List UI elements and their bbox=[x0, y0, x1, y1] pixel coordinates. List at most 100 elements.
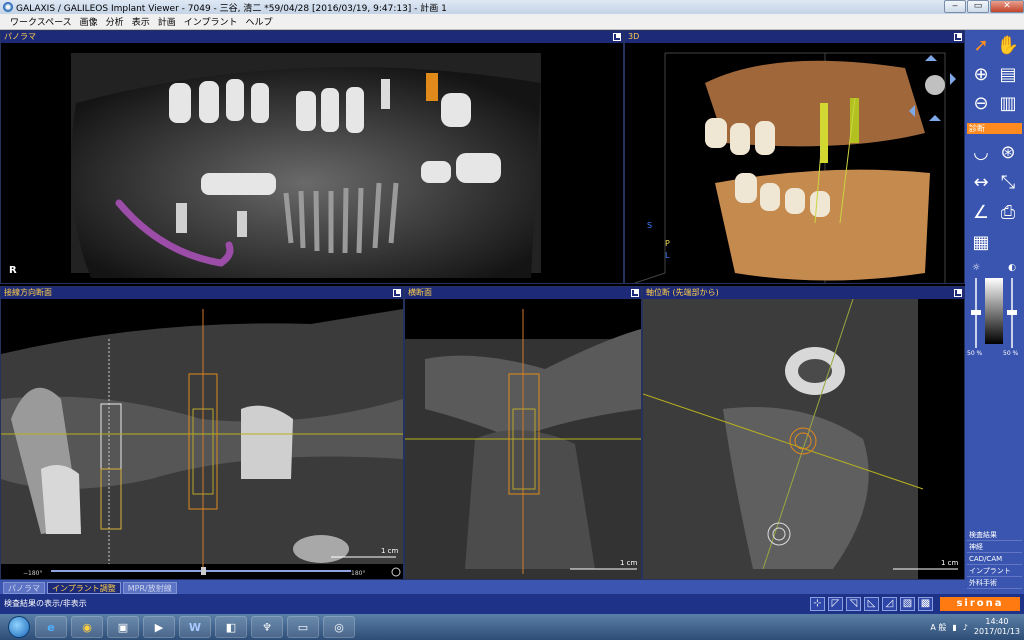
maximize-button[interactable]: ▭ bbox=[967, 0, 989, 13]
angle-right-label: 180° bbox=[351, 570, 365, 577]
panorama-image[interactable]: R bbox=[1, 43, 623, 283]
panel-header: 軸位断 (先端部から) bbox=[643, 287, 964, 299]
rotation-slider-thumb[interactable] bbox=[201, 567, 206, 575]
maximize-icon[interactable] bbox=[954, 289, 962, 297]
explorer-taskbar-button[interactable]: ▭ bbox=[287, 616, 319, 638]
sidebar-item-nerve[interactable]: 神経 bbox=[967, 542, 1022, 553]
powerpoint-taskbar-button[interactable]: ◧ bbox=[215, 616, 247, 638]
axis-l-label: L bbox=[665, 251, 670, 260]
angle-left-label: −180° bbox=[23, 570, 42, 577]
maximize-icon[interactable] bbox=[954, 33, 962, 41]
scale-label: 1 cm bbox=[381, 547, 399, 555]
tool-sidebar: ➚ ✋ ⊕ ▤ ⊖ ▥ 診断 ◡ ⊛ ↔ ⤡ ∠ ⎙ ▦ ☼ ◐ 50 % 50… bbox=[965, 30, 1024, 598]
workspace-tabs: パノラマ インプラント調整 MPR/放射線 bbox=[0, 580, 965, 594]
panorama-panel[interactable]: パノラマ R bbox=[0, 30, 624, 284]
diagnosis-section[interactable]: 診断 bbox=[967, 123, 1022, 134]
network-icon[interactable]: ▮ bbox=[952, 623, 956, 632]
chrome-taskbar-button[interactable]: ◉ bbox=[71, 616, 103, 638]
pointer-tool-icon[interactable]: ➚ bbox=[969, 33, 993, 57]
layout-3-icon[interactable]: ◹ bbox=[846, 597, 861, 611]
status-text: 検査結果の表示/非表示 bbox=[4, 599, 87, 608]
app-icon bbox=[3, 2, 13, 12]
view3d-title: 3D bbox=[628, 32, 640, 41]
window-titlebar: GALAXIS / GALILEOS Implant Viewer - 7049… bbox=[0, 0, 1024, 14]
tangential-image[interactable]: 1 cm −180° 180° bbox=[1, 299, 403, 579]
ime-indicator[interactable]: A 般 bbox=[930, 622, 946, 633]
app-taskbar-button[interactable]: ▣ bbox=[107, 616, 139, 638]
panoramic-curve-icon[interactable]: ◡ bbox=[969, 140, 993, 164]
view3d-image[interactable]: S P L bbox=[625, 43, 964, 283]
maximize-icon[interactable] bbox=[393, 289, 401, 297]
sequence-icon[interactable]: ⊛ bbox=[996, 140, 1020, 164]
maximize-icon[interactable] bbox=[631, 289, 639, 297]
menu-analysis[interactable]: 分析 bbox=[106, 15, 124, 28]
angle-measure-icon[interactable]: ∠ bbox=[969, 200, 993, 224]
clock[interactable]: 14:40 2017/01/13 bbox=[974, 617, 1020, 637]
maximize-icon[interactable] bbox=[613, 33, 621, 41]
sidebar-item-surgery[interactable]: 外科手術 bbox=[967, 578, 1022, 589]
menu-image[interactable]: 画像 bbox=[80, 15, 98, 28]
clock-time: 14:40 bbox=[985, 617, 1009, 626]
layer-down-icon[interactable]: ▥ bbox=[996, 91, 1020, 115]
tab-mpr-radiology[interactable]: MPR/放射線 bbox=[122, 582, 177, 594]
brightness-slider-thumb[interactable] bbox=[971, 310, 981, 315]
panel-header: 横断面 bbox=[405, 287, 641, 299]
sidebar-item-findings[interactable]: 検査結果 bbox=[967, 530, 1022, 541]
sirona-logo: sirona bbox=[940, 597, 1020, 611]
brightness-value: 50 % bbox=[967, 350, 983, 357]
sidebar-item-cadcam[interactable]: CAD/CAM bbox=[967, 554, 1022, 565]
right-side-marker: R bbox=[9, 265, 17, 276]
windows-taskbar: e ◉ ▣ ▶ W ◧ ♆ ▭ ◎ A 般 ▮ ♪ 14:40 2017/01/… bbox=[0, 614, 1024, 640]
distance-measure-icon[interactable]: ↔ bbox=[969, 170, 993, 194]
scale-label: 1 cm bbox=[620, 559, 638, 567]
layout-1-icon[interactable]: ⊹ bbox=[810, 597, 825, 611]
layout-2-icon[interactable]: ◸ bbox=[828, 597, 843, 611]
window-title: GALAXIS / GALILEOS Implant Viewer - 7049… bbox=[16, 3, 447, 14]
axial-title: 軸位断 (先端部から) bbox=[646, 288, 719, 297]
dental-app-taskbar-button[interactable]: ♆ bbox=[251, 616, 283, 638]
axial-image[interactable]: 1 cm bbox=[643, 299, 964, 579]
ruler-icon[interactable]: ▦ bbox=[969, 230, 993, 254]
panorama-title: パノラマ bbox=[4, 32, 36, 41]
contrast-value: 50 % bbox=[1003, 350, 1019, 357]
tab-panorama[interactable]: パノラマ bbox=[3, 582, 45, 594]
layout-5-icon[interactable]: ◿ bbox=[882, 597, 897, 611]
status-bar: 検査結果の表示/非表示 ⊹ ◸ ◹ ◺ ◿ ▧ ▩ sirona bbox=[0, 594, 1024, 614]
pan-hand-icon[interactable]: ✋ bbox=[996, 33, 1020, 57]
panel-header: 3D bbox=[625, 31, 964, 43]
tangential-panel[interactable]: 接線方向断面 1 cm −180° 180° bbox=[0, 286, 404, 580]
word-taskbar-button[interactable]: W bbox=[179, 616, 211, 638]
cross-section-image[interactable]: 1 cm bbox=[405, 299, 641, 579]
orientation-head-icon[interactable] bbox=[925, 75, 945, 95]
start-button[interactable] bbox=[8, 616, 30, 638]
tab-implant-adjust[interactable]: インプラント調整 bbox=[47, 582, 121, 594]
menu-view[interactable]: 表示 bbox=[132, 15, 150, 28]
cross-section-panel[interactable]: 横断面 1 cm bbox=[404, 286, 642, 580]
axis-p-label: P bbox=[665, 239, 670, 248]
menu-implant[interactable]: インプラント bbox=[184, 15, 238, 28]
menu-plan[interactable]: 計画 bbox=[158, 15, 176, 28]
sidebar-item-implant[interactable]: インプラント bbox=[967, 566, 1022, 577]
galileos-taskbar-button[interactable]: ◎ bbox=[323, 616, 355, 638]
axial-panel[interactable]: 軸位断 (先端部から) 1 cm bbox=[642, 286, 965, 580]
zoom-in-icon[interactable]: ⊕ bbox=[969, 62, 993, 86]
volume-icon[interactable]: ♪ bbox=[963, 623, 968, 632]
menu-workspace[interactable]: ワークスペース bbox=[10, 15, 72, 28]
layout-4-icon[interactable]: ◺ bbox=[864, 597, 879, 611]
minimize-button[interactable]: ‒ bbox=[944, 0, 966, 13]
print-icon[interactable]: ⎙ bbox=[996, 200, 1020, 224]
layout-6-icon[interactable]: ▧ bbox=[900, 597, 915, 611]
layer-up-icon[interactable]: ▤ bbox=[996, 62, 1020, 86]
media-taskbar-button[interactable]: ▶ bbox=[143, 616, 175, 638]
close-button[interactable]: ✕ bbox=[990, 0, 1024, 13]
contrast-slider-thumb[interactable] bbox=[1007, 310, 1017, 315]
cross-title: 横断面 bbox=[408, 288, 432, 297]
menu-help[interactable]: ヘルプ bbox=[245, 15, 272, 28]
polyline-measure-icon[interactable]: ⤡ bbox=[996, 170, 1020, 194]
ie-taskbar-button[interactable]: e bbox=[35, 616, 67, 638]
menu-bar: ワークスペース 画像 分析 表示 計画 インプラント ヘルプ bbox=[0, 14, 1024, 30]
layout-7-icon[interactable]: ▩ bbox=[918, 597, 933, 611]
zoom-out-icon[interactable]: ⊖ bbox=[969, 91, 993, 115]
tangential-title: 接線方向断面 bbox=[4, 288, 52, 297]
view3d-panel[interactable]: 3D S P L bbox=[624, 30, 965, 284]
